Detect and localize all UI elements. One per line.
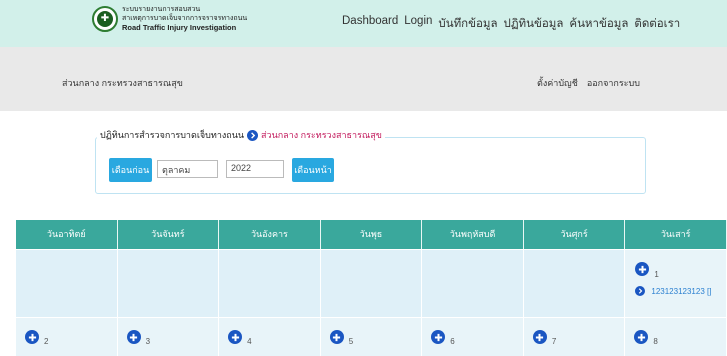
day-number: 7 — [551, 337, 557, 346]
calendar-cell-day: 6 — [422, 318, 524, 356]
nav-calendar[interactable]: ปฏิทินข้อมูล — [504, 15, 564, 33]
calendar-cell-day: 2 — [16, 318, 118, 356]
day-header-monday: วันจันทร์ — [117, 220, 220, 249]
nav-search[interactable]: ค้นหาข้อมูล — [569, 15, 628, 33]
nav-login[interactable]: Login — [404, 15, 432, 33]
day-number: 8 — [653, 337, 658, 346]
add-record-icon[interactable] — [329, 330, 344, 344]
year-input[interactable]: 2022 — [226, 160, 284, 178]
brand-text: ระบบรายงานการสอบสวน สาเหตุการบาดเจ็บจากก… — [122, 5, 247, 32]
panel-title: ปฏิทินการสำรวจการบาดเจ็บทางถนน — [100, 130, 245, 140]
brand-line3: Road Traffic Injury Investigation — [122, 23, 237, 32]
day-number: 1 — [654, 270, 659, 279]
day-header-saturday: วันเสาร์ — [625, 220, 727, 249]
add-record-icon[interactable] — [25, 330, 39, 344]
add-record-icon[interactable] — [431, 330, 446, 344]
day-header-thursday: วันพฤหัสบดี — [422, 220, 524, 249]
add-record-icon[interactable] — [228, 330, 243, 344]
calendar-cell-day: 5 — [320, 318, 423, 356]
add-record-icon[interactable] — [635, 262, 650, 276]
account-settings-link[interactable]: ตั้งค่าบัญชี — [537, 76, 578, 90]
calendar-cell-empty — [320, 250, 423, 317]
add-record-icon[interactable] — [634, 330, 649, 344]
day-number: 4 — [247, 337, 252, 346]
calendar-cell-day: 3 — [117, 318, 220, 356]
nav-dashboard[interactable]: Dashboard — [342, 15, 398, 33]
logout-link[interactable]: ออกจากระบบ — [587, 76, 640, 90]
main-nav: Dashboard Login บันทึกข้อมูล ปฏิทินข้อมู… — [342, 15, 680, 33]
day-header-wednesday: วันพุธ — [320, 220, 423, 249]
panel-org: ส่วนกลาง กระทรวงสาธารณสุข — [261, 130, 382, 140]
brand[interactable]: ✚ ระบบรายงานการสอบสวน สาเหตุการบาดเจ็บจา… — [92, 5, 247, 32]
calendar-cell-day: 8 — [625, 318, 727, 356]
nav-contact[interactable]: ติดต่อเรา — [634, 15, 680, 33]
add-record-icon[interactable] — [126, 330, 141, 344]
calendar-cell-empty — [422, 250, 524, 317]
calendar-cell-day: 1 123123123123 [] — [625, 250, 727, 317]
event-label[interactable]: 123123123123 [] — [651, 287, 711, 296]
nav-record-data[interactable]: บันทึกข้อมูล — [438, 15, 497, 33]
day-header-sunday: วันอาทิตย์ — [16, 220, 118, 249]
arrow-right-icon — [635, 286, 646, 296]
org-bar: ส่วนกลาง กระทรวงสาธารณสุข ตั้งค่าบัญชี อ… — [0, 47, 727, 111]
calendar-cell-empty — [16, 250, 118, 317]
calendar-cell-day: 4 — [219, 318, 321, 356]
month-input[interactable]: ตุลาคม — [157, 160, 218, 178]
next-month-button[interactable]: เดือนหน้า — [292, 158, 334, 182]
calendar-cell-empty — [117, 250, 220, 317]
calendar-cell-empty — [523, 250, 626, 317]
calendar-event[interactable]: 123123123123 [] — [635, 286, 711, 296]
day-number: 5 — [348, 337, 354, 346]
calendar-cell-day: 7 — [523, 318, 626, 356]
previous-month-button[interactable]: เดือนก่อน — [109, 158, 152, 182]
brand-line2: สาเหตุการบาดเจ็บจากการจราจรทางถนน — [122, 15, 248, 22]
account-links: ตั้งค่าบัญชี ออกจากระบบ — [537, 76, 640, 90]
day-header-tuesday: วันอังคาร — [219, 220, 321, 249]
calendar-week-row: 2 3 4 5 6 7 8 — [16, 318, 727, 356]
brand-line1: ระบบรายงานการสอบสวน — [122, 6, 201, 13]
panel-legend: ปฏิทินการสำรวจการบาดเจ็บทางถนน ส่วนกลาง … — [97, 128, 385, 142]
add-record-icon[interactable] — [532, 330, 547, 344]
ministry-logo-icon: ✚ — [92, 5, 118, 32]
day-number: 3 — [145, 337, 151, 346]
calendar-week-row: 1 123123123123 [] — [16, 250, 727, 317]
day-number: 2 — [44, 337, 49, 346]
org-name: ส่วนกลาง กระทรวงสาธารณสุข — [62, 78, 183, 88]
calendar-cell-empty — [219, 250, 321, 317]
calendar-grid: วันอาทิตย์ วันจันทร์ วันอังคาร วันพุธ วั… — [16, 220, 727, 356]
arrow-right-icon — [247, 129, 259, 141]
day-number: 6 — [450, 337, 455, 346]
calendar-header-row: วันอาทิตย์ วันจันทร์ วันอังคาร วันพุธ วั… — [16, 220, 727, 249]
top-navbar: ✚ ระบบรายงานการสอบสวน สาเหตุการบาดเจ็บจา… — [0, 0, 727, 47]
day-header-friday: วันศุกร์ — [523, 220, 626, 249]
